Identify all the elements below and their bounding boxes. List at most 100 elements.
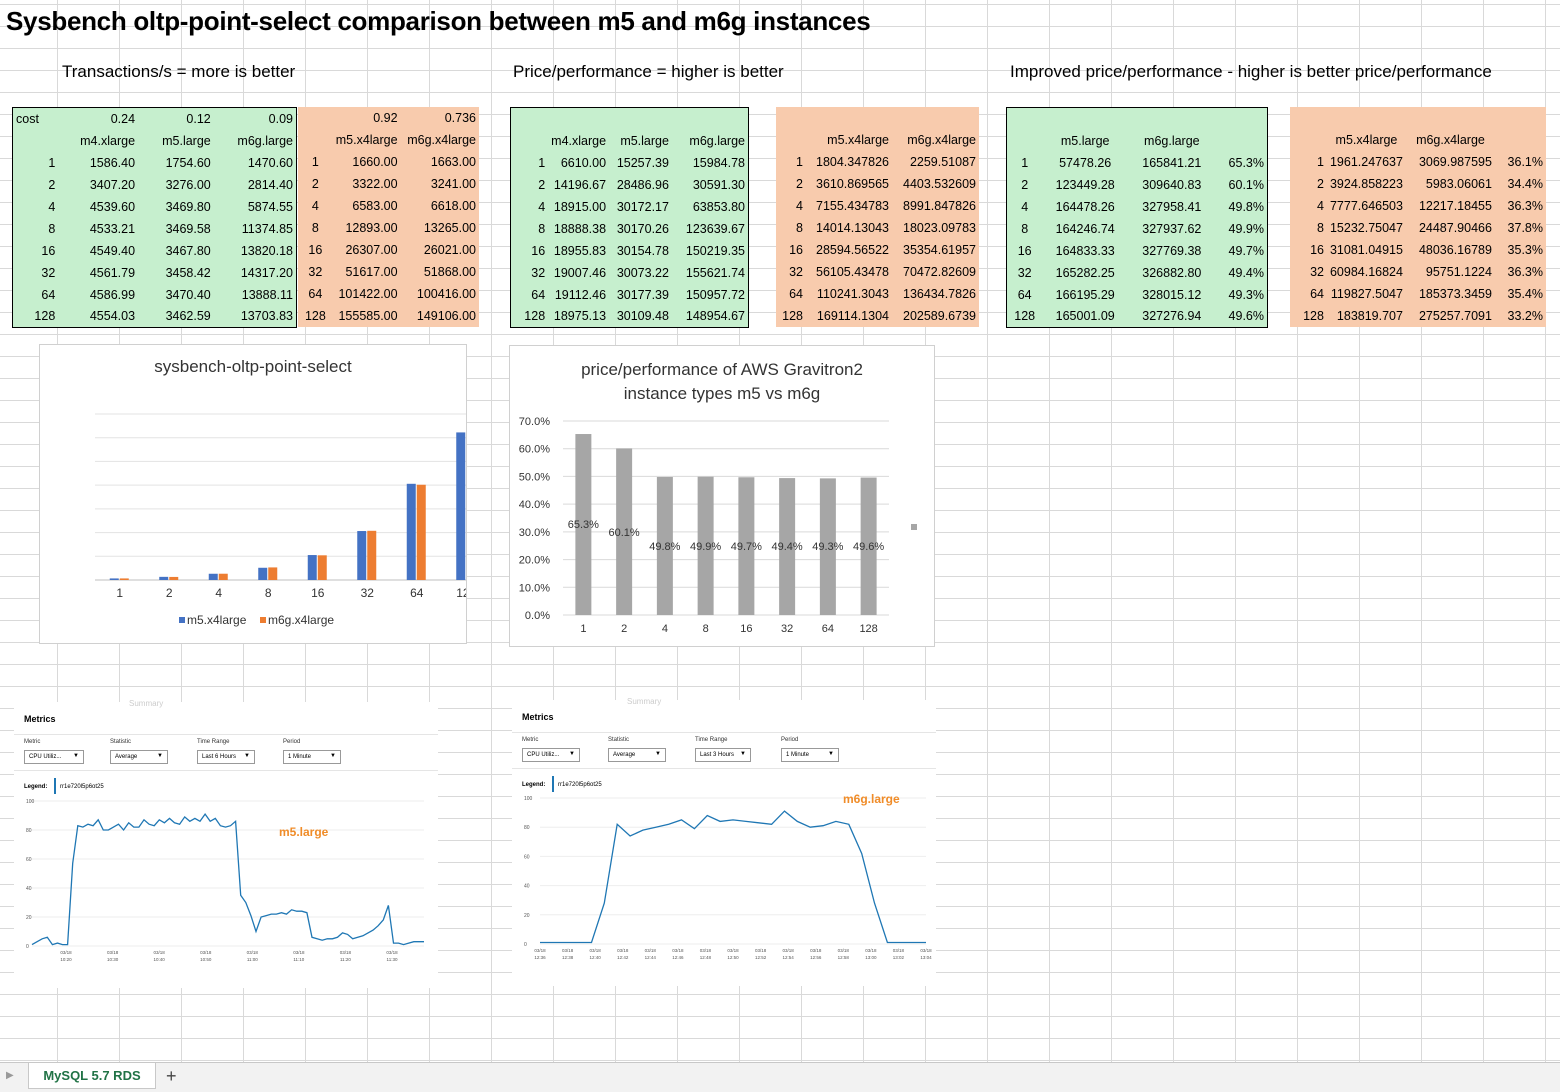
table-cell[interactable]: 128 [1290, 305, 1327, 327]
table-cell[interactable]: 0.92 [333, 107, 401, 129]
table-cell[interactable]: 326882.80 [1128, 262, 1216, 284]
table-cell[interactable]: 56105.43478 [806, 261, 892, 283]
section-header-tps[interactable]: Transactions/s = more is better [62, 62, 295, 82]
table-cell[interactable]: 13820.18 [214, 240, 297, 262]
table-cell[interactable]: 1 [1007, 152, 1043, 174]
column-header[interactable]: m5.x4large [806, 129, 892, 151]
sheet-title[interactable]: Sysbench oltp-point-select comparison be… [6, 6, 871, 37]
table-cell[interactable]: 12217.18455 [1406, 195, 1495, 217]
table-cell[interactable]: 0.12 [138, 108, 214, 130]
table-cell[interactable]: 136434.7826 [892, 283, 979, 305]
column-header[interactable]: m6g.x4large [1406, 129, 1495, 151]
table-cell[interactable]: 149106.00 [401, 305, 479, 327]
table-cell[interactable]: 164478.26 [1042, 196, 1128, 218]
table-cell[interactable]: 15257.39 [609, 152, 672, 174]
table-cell[interactable]: 123639.67 [672, 218, 749, 240]
table-cell[interactable]: 155621.74 [672, 262, 749, 284]
table-cell[interactable]: 0.24 [58, 108, 138, 130]
table-cell[interactable]: 34.4% [1495, 173, 1546, 195]
table-cell[interactable]: 18955.83 [548, 240, 609, 262]
table-cell[interactable]: 164246.74 [1042, 218, 1128, 240]
table-cell[interactable]: 3322.00 [333, 173, 401, 195]
table-cell[interactable]: 26307.00 [333, 239, 401, 261]
table-cell[interactable]: 4554.03 [58, 306, 138, 328]
table-cell[interactable]: 51868.00 [401, 261, 479, 283]
table-cell[interactable]: 128 [1007, 306, 1043, 328]
table-cell[interactable]: 49.9% [1216, 218, 1268, 240]
table-cell[interactable] [298, 107, 333, 129]
table-cell[interactable]: 128 [511, 306, 549, 328]
table-cell[interactable]: 4539.60 [58, 196, 138, 218]
table-cell[interactable]: 36.1% [1495, 151, 1546, 173]
table-cell[interactable]: 275257.7091 [1406, 305, 1495, 327]
chart-panel-sysbench[interactable]: sysbench-oltp-point-select 1248163264128… [39, 344, 467, 644]
table-cell[interactable]: 3924.858223 [1327, 173, 1406, 195]
table-cell[interactable] [1007, 108, 1268, 130]
table-cell[interactable]: 13265.00 [401, 217, 479, 239]
table-cell[interactable]: 3470.40 [138, 284, 214, 306]
table-cell[interactable]: 4 [13, 196, 59, 218]
table-cell[interactable]: 49.7% [1216, 240, 1268, 262]
table-cell[interactable] [1290, 129, 1327, 151]
table-cell[interactable]: 16 [1007, 240, 1043, 262]
table-cell[interactable]: 4403.532609 [892, 173, 979, 195]
column-header[interactable]: m4.xlarge [58, 130, 138, 152]
table-cell[interactable]: 16 [776, 239, 806, 261]
column-header[interactable]: m6g.large [672, 130, 749, 152]
table-cell[interactable]: 64 [1007, 284, 1043, 306]
table-cell[interactable]: 16 [298, 239, 333, 261]
table-cell[interactable]: 3276.00 [138, 174, 214, 196]
table-cell[interactable]: 49.4% [1216, 262, 1268, 284]
table-cell[interactable]: 8 [1290, 217, 1327, 239]
table-cell[interactable]: 11374.85 [214, 218, 297, 240]
table-cell[interactable]: 64 [511, 284, 549, 306]
column-header[interactable]: m6g.large [214, 130, 297, 152]
table-cell[interactable]: 1470.60 [214, 152, 297, 174]
table-cell[interactable]: 0.736 [401, 107, 479, 129]
table-cell[interactable] [298, 129, 333, 151]
table-cell[interactable]: 119827.5047 [1327, 283, 1406, 305]
table-cell[interactable]: 49.3% [1216, 284, 1268, 306]
table-cell[interactable]: 1663.00 [401, 151, 479, 173]
table-cell[interactable]: 327958.41 [1128, 196, 1216, 218]
table-cell[interactable]: 13703.83 [214, 306, 297, 328]
table-cell[interactable]: 32 [13, 262, 59, 284]
table-cell[interactable]: 8 [298, 217, 333, 239]
sheet-tab-mysql[interactable]: MySQL 5.7 RDS [28, 1063, 156, 1089]
table-cell[interactable]: 32 [1007, 262, 1043, 284]
table-cell[interactable]: 3469.80 [138, 196, 214, 218]
table-cell[interactable]: 101422.00 [333, 283, 401, 305]
table-cell[interactable] [13, 130, 59, 152]
section-header-improved[interactable]: Improved price/performance - higher is b… [1010, 62, 1492, 82]
chart-panel-price-performance[interactable]: price/performance of AWS Gravitron2 inst… [509, 345, 935, 647]
table-cell[interactable]: 309640.83 [1128, 174, 1216, 196]
column-header[interactable]: m6g.x4large [892, 129, 979, 151]
table-cell[interactable]: 128 [13, 306, 59, 328]
table-cell[interactable]: 18975.13 [548, 306, 609, 328]
table-cell[interactable]: 328015.12 [1128, 284, 1216, 306]
table-cell[interactable]: 18915.00 [548, 196, 609, 218]
table-cell[interactable]: 165282.25 [1042, 262, 1128, 284]
table-cell[interactable]: 65.3% [1216, 152, 1268, 174]
table-cell[interactable]: 30073.22 [609, 262, 672, 284]
table-cell[interactable]: 15232.75047 [1327, 217, 1406, 239]
table-cell[interactable]: 6610.00 [548, 152, 609, 174]
table-cell[interactable]: 8 [511, 218, 549, 240]
table-cell[interactable]: 5983.06061 [1406, 173, 1495, 195]
table-cell[interactable]: 7155.434783 [806, 195, 892, 217]
table-cell[interactable]: 28594.56522 [806, 239, 892, 261]
table-cell[interactable]: 12893.00 [333, 217, 401, 239]
table-cell[interactable]: 70472.82609 [892, 261, 979, 283]
table-cell[interactable]: 16 [511, 240, 549, 262]
table-cell[interactable]: 2 [1007, 174, 1043, 196]
table-cell[interactable]: 30109.48 [609, 306, 672, 328]
table-cell[interactable]: 95751.1224 [1406, 261, 1495, 283]
table-cell[interactable] [776, 129, 806, 151]
table-cell[interactable]: 60984.16824 [1327, 261, 1406, 283]
table-cell[interactable]: 51617.00 [333, 261, 401, 283]
table-cell[interactable]: 2259.51087 [892, 151, 979, 173]
table-cell[interactable]: 3241.00 [401, 173, 479, 195]
table-cell[interactable]: 35354.61957 [892, 239, 979, 261]
table-cell[interactable]: 8 [13, 218, 59, 240]
column-header[interactable]: m5.x4large [1327, 129, 1406, 151]
